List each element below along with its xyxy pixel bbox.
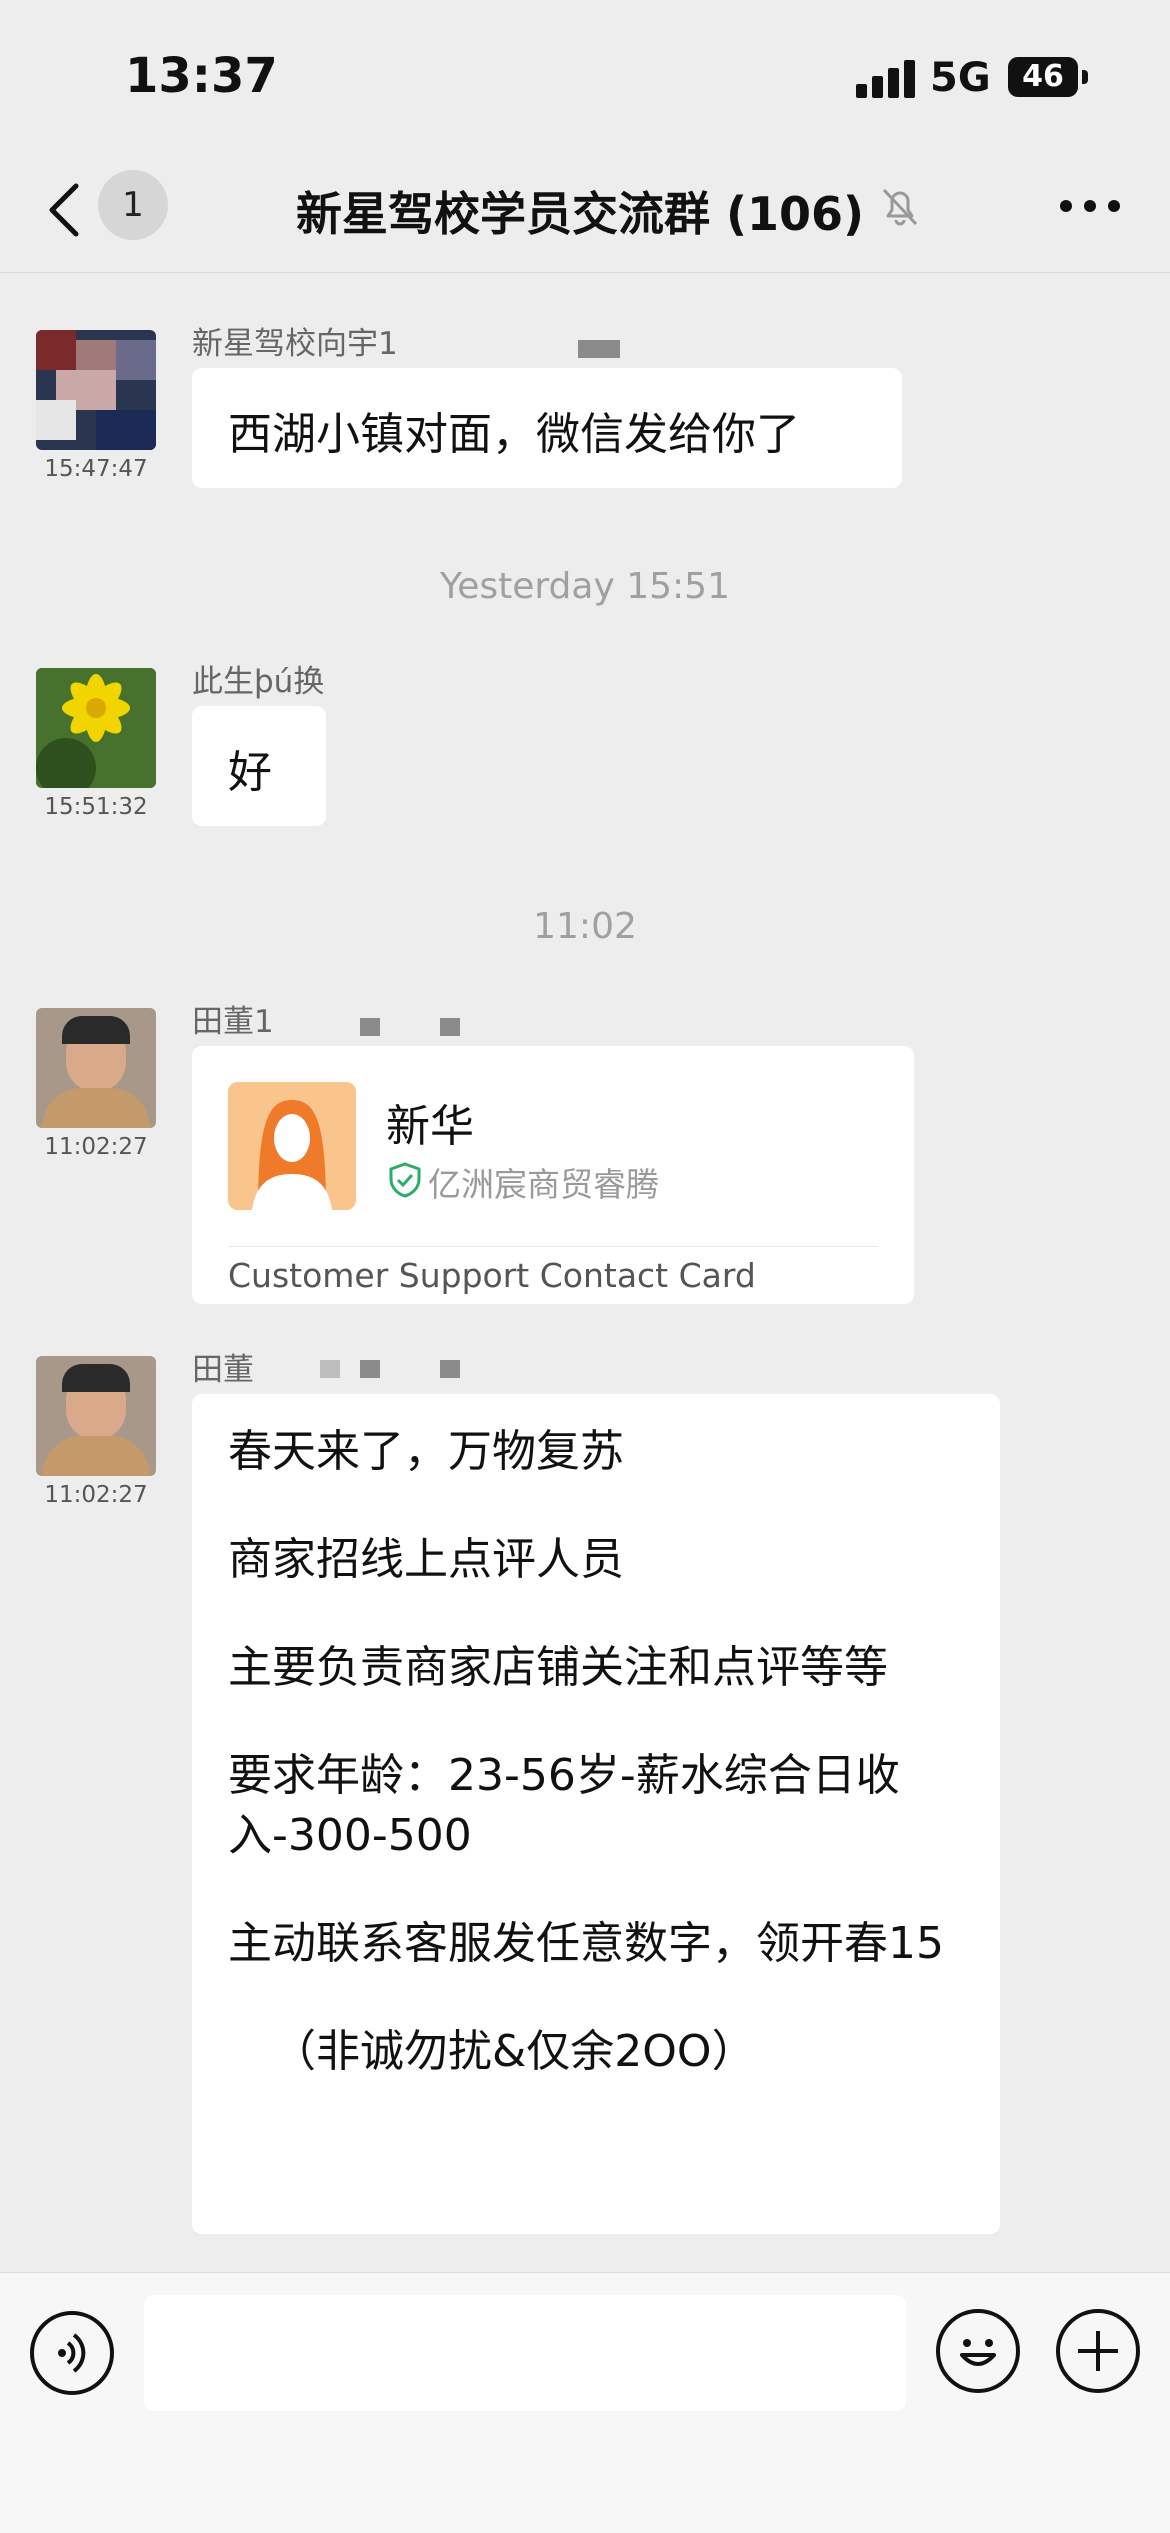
card-divider <box>228 1246 878 1247</box>
post-line: （非诚勿扰&仅余2OO） <box>272 2026 756 2077</box>
message-bubble[interactable]: 春天来了，万物复苏 商家招线上点评人员 主要负责商家店铺关注和点评等等 要求年龄… <box>192 1394 1000 2234</box>
add-attachment-icon[interactable] <box>1056 2309 1140 2393</box>
status-bar: 13:37 5G 46 <box>0 0 1170 150</box>
muted-bell-icon <box>882 188 918 226</box>
message-input[interactable] <box>144 2295 906 2411</box>
message-text: 西湖小镇对面，微信发给你了 <box>228 409 800 460</box>
post-line: 主动联系客服发任意数字，领开春15 <box>228 1918 944 1969</box>
back-arrow-icon[interactable] <box>40 180 90 240</box>
time-divider: 11:02 <box>533 906 637 947</box>
clock: 13:37 <box>125 48 278 104</box>
sender-name: 此生þú换 <box>192 664 325 700</box>
redaction <box>360 1018 380 1036</box>
sender-name: 新星驾校向宇1 <box>192 326 398 362</box>
message-bubble[interactable]: 西湖小镇对面，微信发给你了 <box>192 368 902 488</box>
message-text: 好 <box>228 747 272 798</box>
card-name: 新华 <box>386 1101 474 1152</box>
message-time: 15:47:47 <box>44 456 148 482</box>
message-time: 11:02:27 <box>44 1134 148 1160</box>
redaction <box>440 1018 460 1036</box>
sender-name: 田董 <box>192 1352 254 1388</box>
time-divider: Yesterday 15:51 <box>440 566 730 607</box>
redaction <box>360 1360 380 1378</box>
post-line: 春天来了，万物复苏 <box>228 1426 624 1477</box>
cellular-signal-icon <box>856 58 916 98</box>
post-line: 商家招线上点评人员 <box>228 1534 624 1585</box>
unread-badge[interactable]: 1 <box>98 170 168 240</box>
card-footer: Customer Support Contact Card <box>228 1256 756 1295</box>
contact-card[interactable]: 新华 亿洲宸商贸睿腾 Customer Support Contact Card <box>192 1046 914 1304</box>
post-line: 要求年龄：23-56岁-薪水综合日收入-300-500 <box>228 1750 900 1861</box>
flower-image <box>36 668 156 788</box>
emoji-icon[interactable] <box>936 2309 1020 2393</box>
more-options-icon[interactable] <box>1060 200 1120 214</box>
battery-cap <box>1082 70 1088 84</box>
redaction <box>320 1360 340 1378</box>
battery-icon: 46 <box>1008 57 1078 97</box>
post-line: 主要负责商家店铺关注和点评等等 <box>228 1642 888 1693</box>
redaction <box>440 1360 460 1378</box>
network-type: 5G <box>930 55 991 101</box>
message-time: 15:51:32 <box>44 794 148 820</box>
redaction <box>578 340 620 358</box>
verified-shield-icon <box>389 1162 421 1198</box>
sender-name: 田董1 <box>192 1004 274 1040</box>
message-bubble[interactable]: 好 <box>192 706 326 826</box>
support-avatar-icon <box>228 1082 356 1210</box>
voice-input-icon[interactable] <box>30 2311 114 2395</box>
avatar[interactable] <box>36 330 156 450</box>
message-time: 11:02:27 <box>44 1482 148 1508</box>
input-bar <box>0 2272 1170 2533</box>
card-organization: 亿洲宸商贸睿腾 <box>428 1165 659 1204</box>
chat-title[interactable]: 新星驾校学员交流群 (106) <box>296 178 864 244</box>
avatar[interactable] <box>36 1008 156 1128</box>
avatar[interactable] <box>36 1356 156 1476</box>
avatar[interactable] <box>36 668 156 788</box>
